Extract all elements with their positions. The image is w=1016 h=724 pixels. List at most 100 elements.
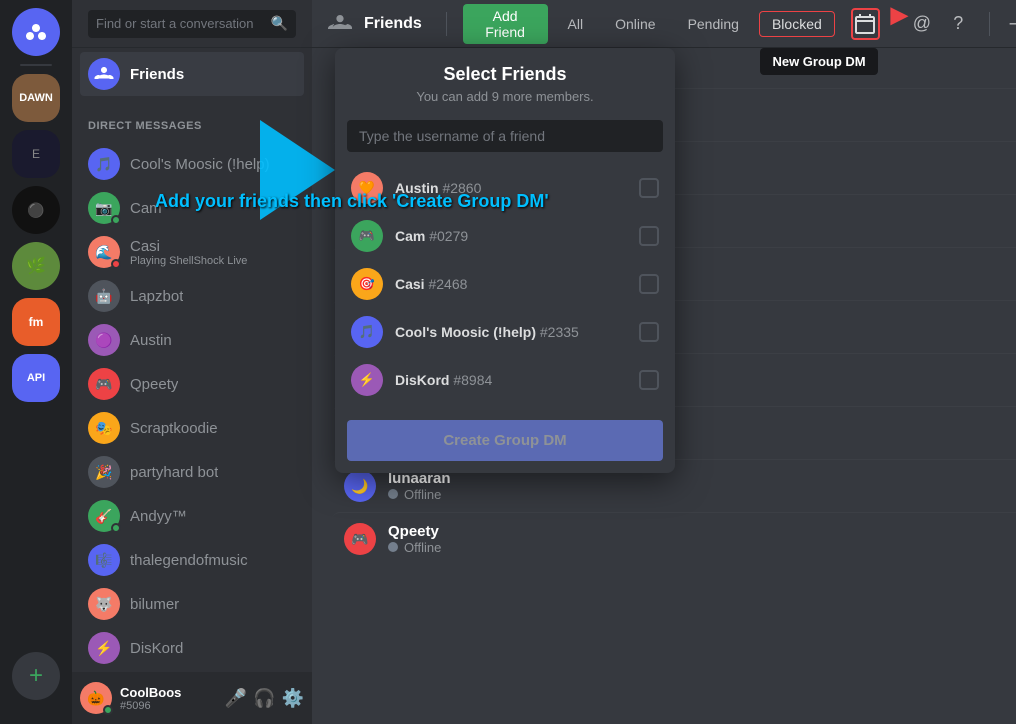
dm-avatar: 🎭 [88, 412, 120, 444]
modal-friend-item[interactable]: ⚡DisKord #8984 [335, 356, 675, 404]
new-group-dm-button[interactable]: New Group DM ▶ [851, 8, 880, 40]
modal-friend-item[interactable]: 🧡Austin #2860 [335, 164, 675, 212]
friend-status: Offline [388, 540, 1016, 555]
server-icon-discord-api[interactable]: API [12, 354, 60, 402]
friends-nav-item[interactable]: Friends [80, 52, 304, 96]
dm-avatar: 🤖 [88, 280, 120, 312]
dm-avatar: 🌊 [88, 236, 120, 268]
dm-name: Cam [130, 200, 162, 217]
minimize-icon: — [1010, 12, 1016, 35]
dm-item[interactable]: 🐺bilumer [80, 582, 304, 626]
dm-avatar: ⚡ [88, 632, 120, 664]
dm-item[interactable]: 📷 Cam [80, 186, 304, 230]
dm-item[interactable]: 🎸Andyy™ [80, 494, 304, 538]
friends-nav-icon [88, 58, 120, 90]
user-avatar: 🎃 [80, 682, 112, 714]
dm-item[interactable]: 🎭 Scraptkoodie [80, 406, 304, 450]
modal-footer: Create Group DM [335, 408, 675, 473]
modal-search[interactable] [347, 120, 663, 152]
modal-header: Select Friends You can add 9 more member… [335, 48, 675, 120]
dm-item[interactable]: 🎼 thalegendofmusic [80, 538, 304, 582]
user-panel-info: CoolBoos #5096 [120, 685, 217, 712]
status-dot [111, 215, 121, 225]
settings-icon[interactable]: ⚙️ [282, 688, 304, 709]
dm-item[interactable]: 🎵 Cool's Moosic (!help) [80, 142, 304, 186]
dm-name: Lapzbot [130, 288, 183, 305]
dm-item[interactable]: 🎉 partyhard bot [80, 450, 304, 494]
minimize-button[interactable]: — [1005, 8, 1016, 40]
server-sidebar: DAWN E ⚫ 🌿 fm API + [0, 0, 72, 724]
dm-item[interactable]: ⚡ DisKord [80, 626, 304, 670]
friend-checkbox[interactable] [639, 274, 659, 294]
window-divider [989, 12, 990, 36]
friend-checkbox[interactable] [639, 226, 659, 246]
home-server-icon[interactable] [12, 8, 60, 56]
dm-name: bilumer [130, 596, 179, 613]
user-panel-actions: 🎤 🎧 ⚙️ [225, 688, 304, 709]
status-dot [111, 259, 121, 269]
tab-add-friend[interactable]: Add Friend [463, 4, 548, 44]
modal-friend-item[interactable]: 🎮Cam #0279 [335, 212, 675, 260]
modal-friend-list: 🧡Austin #2860🎮Cam #0279🎯Casi #2468🎵Cool'… [335, 160, 675, 408]
server-icon-minecraft[interactable]: 🌿 [12, 242, 60, 290]
user-panel: 🎃 CoolBoos #5096 🎤 🎧 ⚙️ [72, 672, 312, 724]
dm-sub: Playing ShellShock Live [130, 255, 247, 267]
dm-avatar: 🎼 [88, 544, 120, 576]
dm-item[interactable]: 🤖 Lapzbot [80, 274, 304, 318]
sidebar-header: 🔍 [72, 0, 312, 48]
dm-list: 🎵 Cool's Moosic (!help) 📷 Cam 🌊 CasiPlaying S… [72, 138, 312, 672]
friends-nav-label: Friends [130, 66, 184, 83]
server-icon-dark[interactable]: ⚫ [12, 186, 60, 234]
modal-friend-item[interactable]: 🎯Casi #2468 [335, 260, 675, 308]
friend-row[interactable]: 🎮QpeetyOffline [332, 512, 1016, 565]
server-icon-fm[interactable]: fm [12, 298, 60, 346]
friend-status: Offline [388, 487, 1016, 502]
server-icon-dawn[interactable]: DAWN [12, 74, 60, 122]
search-icon: 🔍 [271, 15, 288, 32]
dm-name: Scraptkoodie [130, 420, 218, 437]
server-divider [20, 64, 52, 66]
friend-checkbox[interactable] [639, 178, 659, 198]
dm-item[interactable]: 🎮 Qpeety [80, 362, 304, 406]
dm-name: Casi [130, 238, 247, 255]
add-server-button[interactable]: + [12, 652, 60, 700]
search-bar[interactable]: 🔍 [88, 10, 296, 38]
mic-icon[interactable]: 🎤 [225, 688, 247, 709]
tab-online[interactable]: Online [603, 12, 667, 36]
dm-item[interactable]: 🟣Austin [80, 318, 304, 362]
help-button[interactable]: ? [944, 8, 972, 40]
dm-name: partyhard bot [130, 464, 218, 481]
dm-name: DisKord [130, 640, 183, 657]
tab-pending[interactable]: Pending [676, 12, 751, 36]
modal-search-input[interactable] [347, 120, 663, 152]
main-header: Friends Add Friend All Online Pending Bl… [312, 0, 1016, 48]
friend-checkbox[interactable] [639, 322, 659, 342]
mention-button[interactable]: @ [908, 8, 936, 40]
dm-name: thalegendofmusic [130, 552, 248, 569]
friend-checkbox[interactable] [639, 370, 659, 390]
dm-avatar: 🟣 [88, 324, 120, 356]
help-icon: ? [953, 13, 963, 34]
new-group-dm-tooltip: New Group DM [760, 48, 877, 75]
user-status-dot [103, 705, 113, 715]
friends-header-icon [328, 15, 352, 33]
headphones-icon[interactable]: 🎧 [253, 688, 275, 709]
tab-all[interactable]: All [556, 12, 596, 36]
dm-avatar: 🎮 [88, 368, 120, 400]
dm-avatar: 🎉 [88, 456, 120, 488]
channel-sidebar: 🔍 Friends DIRECT MESSAGES 🎵Cool's Moosic… [72, 0, 312, 724]
server-icon-eclipse[interactable]: E [12, 130, 60, 178]
dm-name: Qpeety [130, 376, 178, 393]
friends-title: Friends [364, 15, 422, 33]
search-input[interactable] [96, 16, 265, 31]
dm-avatar: 🎵 [88, 148, 120, 180]
modal-subtitle: You can add 9 more members. [351, 89, 659, 104]
status-dot [111, 523, 121, 533]
tab-blocked[interactable]: Blocked [759, 11, 835, 37]
create-group-dm-button[interactable]: Create Group DM [347, 420, 663, 461]
modal-friend-item[interactable]: 🎵Cool's Moosic (!help) #2335 [335, 308, 675, 356]
dm-name: Cool's Moosic (!help) [130, 156, 270, 173]
red-arrow: ▶ [891, 4, 908, 26]
dm-item[interactable]: 🌊 CasiPlaying ShellShock Live [80, 230, 304, 274]
dm-avatar: 📷 [88, 192, 120, 224]
